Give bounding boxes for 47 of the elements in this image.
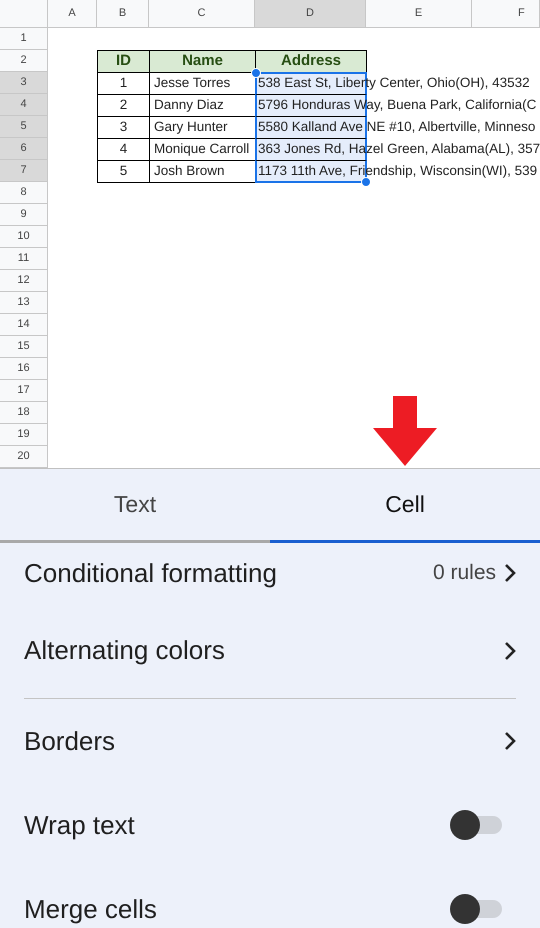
column-header[interactable]: F bbox=[472, 0, 540, 28]
row-header[interactable]: 14 bbox=[0, 314, 48, 336]
row-header[interactable]: 8 bbox=[0, 182, 48, 204]
setting-label[interactable]: Conditional formatting bbox=[24, 554, 277, 592]
row-header[interactable]: 2 bbox=[0, 50, 48, 72]
chevron-icon[interactable] bbox=[504, 563, 516, 583]
column-header[interactable]: E bbox=[366, 0, 472, 28]
row-header[interactable]: 3 bbox=[0, 72, 48, 94]
row-header[interactable]: 7 bbox=[0, 160, 48, 182]
chevron-icon[interactable] bbox=[504, 731, 516, 751]
setting-label[interactable]: Wrap text bbox=[24, 806, 135, 844]
toggle-switch[interactable] bbox=[450, 810, 502, 840]
column-heading: Name bbox=[149, 50, 256, 73]
row-header[interactable]: 17 bbox=[0, 380, 48, 402]
row-header[interactable]: 19 bbox=[0, 424, 48, 446]
tab[interactable]: Text bbox=[0, 469, 270, 543]
row-header[interactable]: 20 bbox=[0, 446, 48, 468]
row-header[interactable]: 10 bbox=[0, 226, 48, 248]
setting-label[interactable]: Merge cells bbox=[24, 890, 157, 928]
selection-handle[interactable] bbox=[361, 177, 371, 187]
row-header[interactable]: 18 bbox=[0, 402, 48, 424]
setting-label[interactable]: Borders bbox=[24, 722, 116, 760]
column-header[interactable]: C bbox=[149, 0, 255, 28]
selection-handle[interactable] bbox=[251, 68, 261, 78]
row-header[interactable]: 11 bbox=[0, 248, 48, 270]
row-header[interactable]: 1 bbox=[0, 28, 48, 50]
row-header[interactable]: 13 bbox=[0, 292, 48, 314]
column-heading: Address bbox=[255, 50, 367, 73]
row-header[interactable]: 6 bbox=[0, 138, 48, 160]
setting-label[interactable]: Alternating colors bbox=[24, 631, 225, 670]
column-header[interactable]: B bbox=[97, 0, 149, 28]
row-header[interactable]: 15 bbox=[0, 336, 48, 358]
toggle-switch[interactable] bbox=[450, 894, 502, 924]
tab[interactable]: Cell bbox=[270, 469, 540, 543]
column-header[interactable]: D bbox=[255, 0, 366, 28]
arrow-icon bbox=[373, 396, 437, 466]
column-heading: ID bbox=[97, 50, 150, 73]
row-header[interactable]: 16 bbox=[0, 358, 48, 380]
row-header[interactable]: 5 bbox=[0, 116, 48, 138]
column-header[interactable]: A bbox=[48, 0, 97, 28]
setting-value: 0 rules bbox=[432, 560, 496, 586]
row-header[interactable]: 9 bbox=[0, 204, 48, 226]
table-cell-text: 5580 Kalland Ave NE #10, Albertville, Minneso bbox=[258, 118, 536, 136]
table-cell: 5 bbox=[97, 160, 150, 183]
row-header[interactable]: 12 bbox=[0, 270, 48, 292]
chevron-icon[interactable] bbox=[504, 640, 516, 660]
row-header[interactable]: 4 bbox=[0, 94, 48, 116]
